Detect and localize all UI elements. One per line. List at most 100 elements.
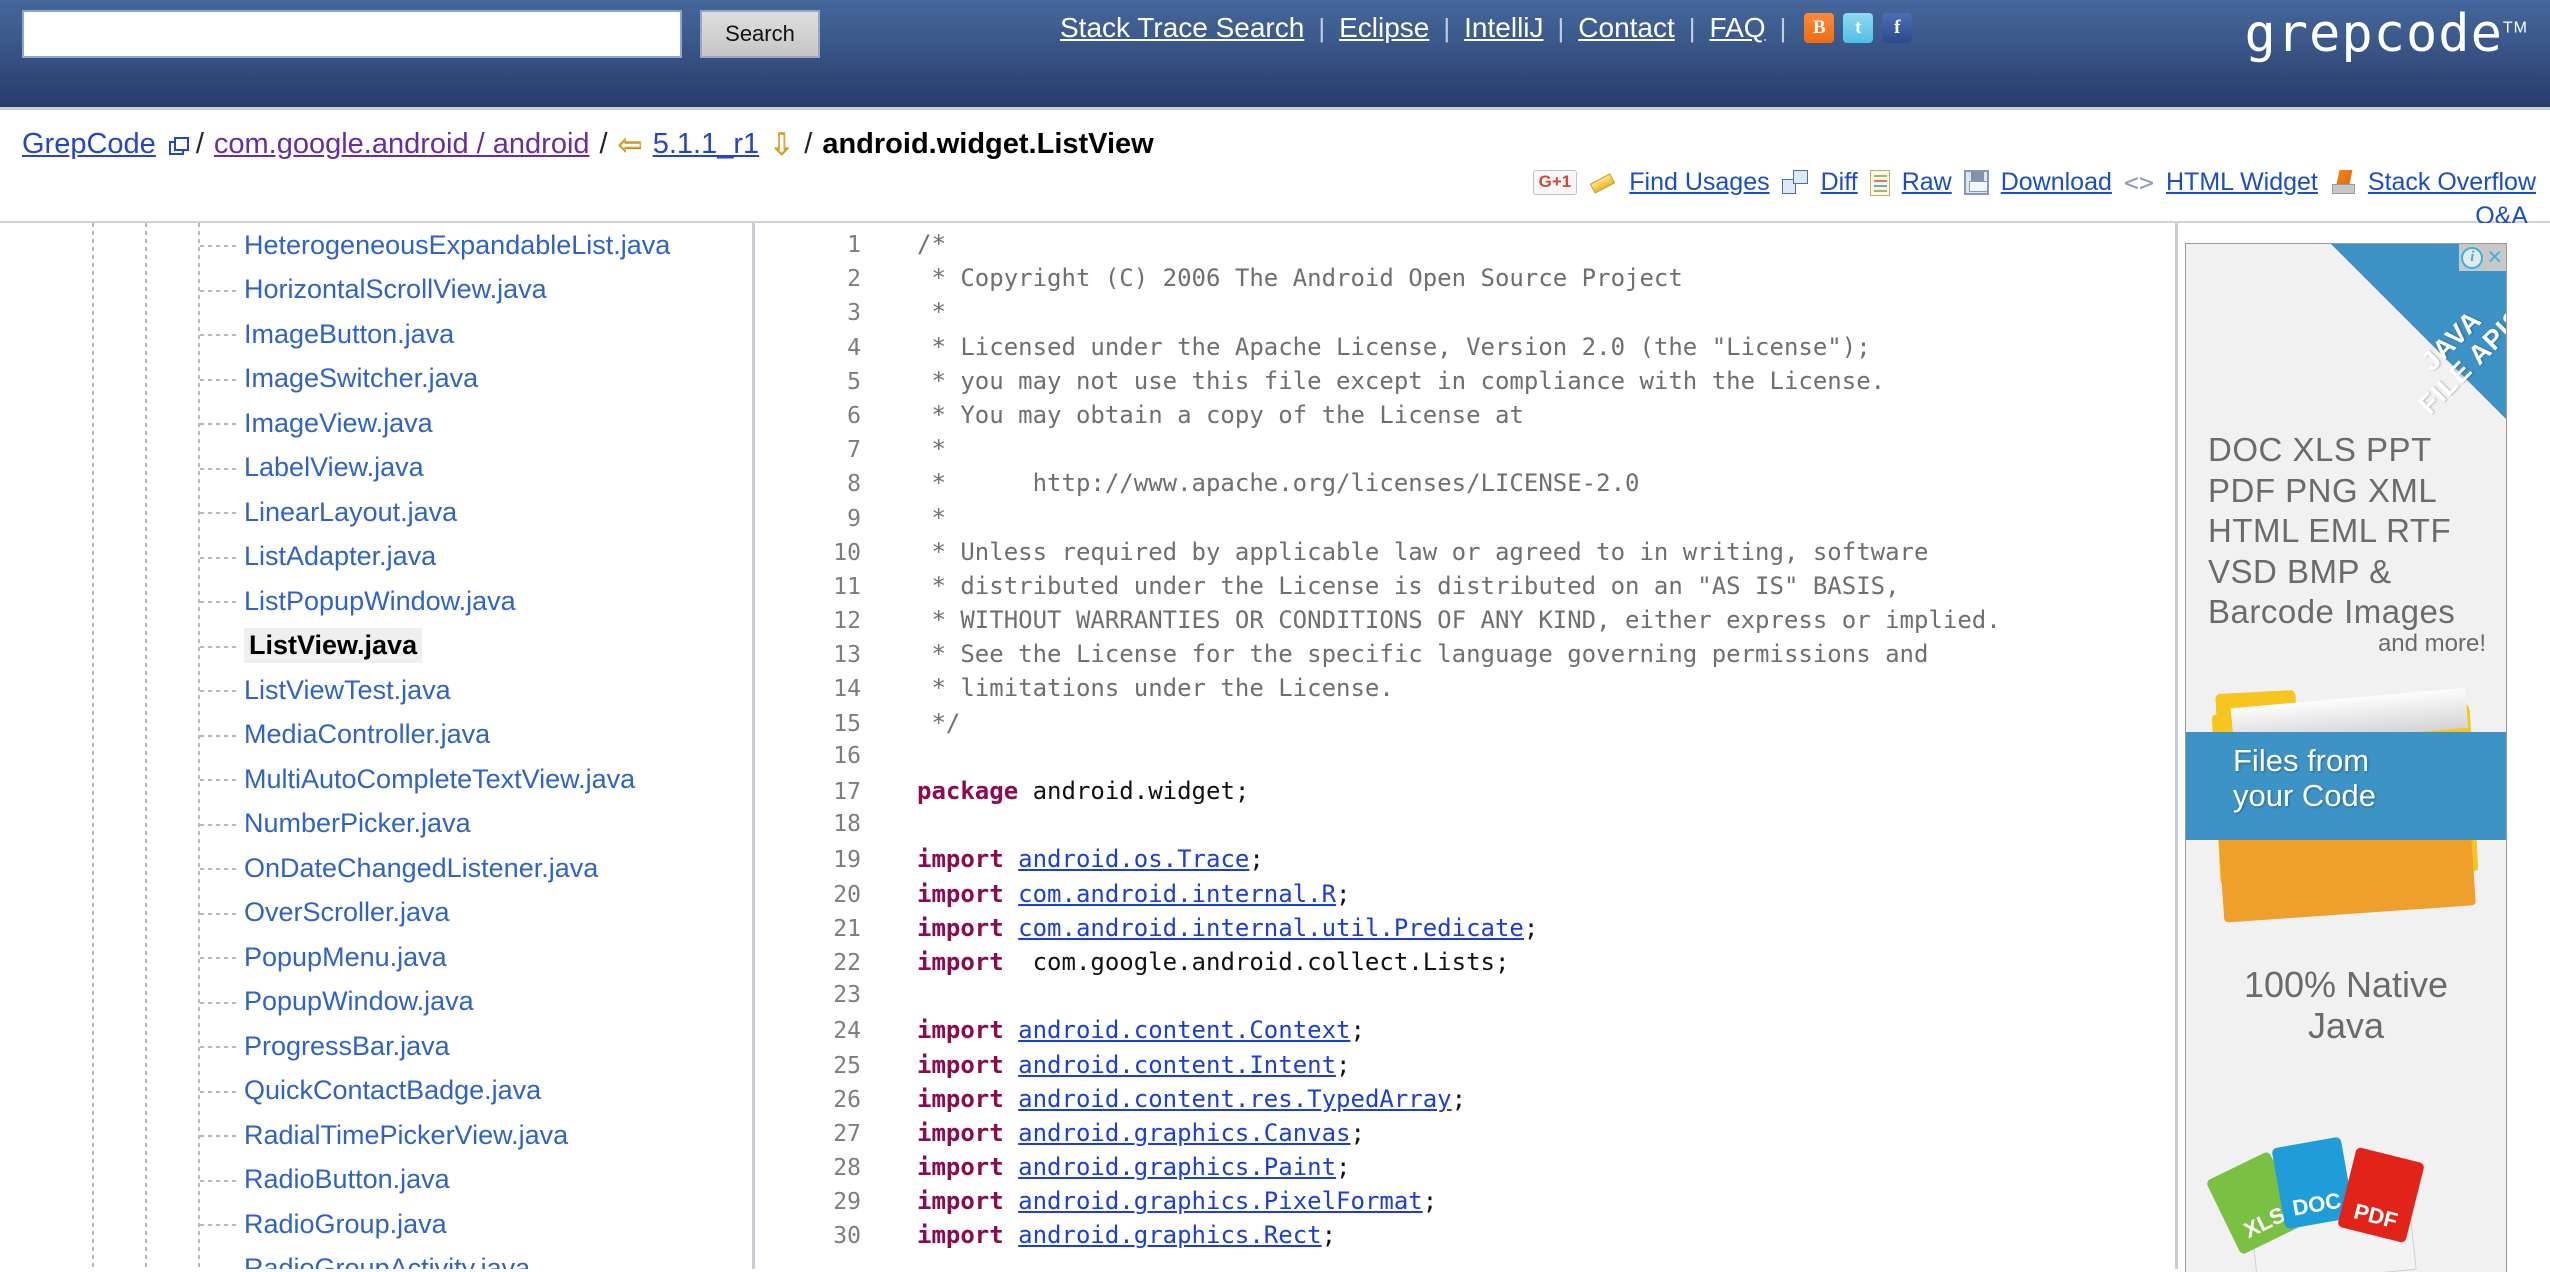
line-content: import android.content.Intent; <box>871 1051 1351 1079</box>
list-item[interactable]: ImageView.java <box>0 401 752 446</box>
ad-info-icon[interactable]: i <box>2461 246 2484 269</box>
search-input[interactable] <box>22 10 682 58</box>
blogger-icon[interactable]: B <box>1804 13 1835 43</box>
source-code-viewer[interactable]: 1 /* 2 * Copyright (C) 2006 The Android Op… <box>755 223 2175 1269</box>
nav-intellij[interactable]: IntelliJ <box>1464 12 1543 44</box>
code-link[interactable]: android.content.res.TypedArray <box>1018 1085 1451 1113</box>
tree-branch-icon <box>200 601 240 604</box>
code-link[interactable]: android.os.Trace <box>1018 845 1249 873</box>
breadcrumb-project[interactable]: com.google.android / android <box>214 128 590 161</box>
file-link[interactable]: OnDateChangedListener.java <box>244 853 598 884</box>
grepcode-logo[interactable]: grepcodeTM <box>2244 8 2528 60</box>
file-link[interactable]: RadioGroupActivity.java <box>244 1253 530 1269</box>
list-item[interactable]: HeterogeneousExpandableList.java <box>0 223 752 268</box>
file-link[interactable]: HorizontalScrollView.java <box>244 274 547 305</box>
code-link[interactable]: android.graphics.Rect <box>1018 1221 1321 1249</box>
file-link[interactable]: PopupWindow.java <box>244 986 474 1017</box>
raw-link[interactable]: Raw <box>1902 168 1952 197</box>
nav-contact[interactable]: Contact <box>1578 12 1675 44</box>
diff-link[interactable]: Diff <box>1821 168 1858 197</box>
list-item[interactable]: ListView.java <box>0 624 752 669</box>
list-item[interactable]: PopupMenu.java <box>0 935 752 980</box>
code-link[interactable]: android.graphics.Paint <box>1018 1153 1336 1181</box>
list-item[interactable]: NumberPicker.java <box>0 802 752 847</box>
file-link[interactable]: MediaController.java <box>244 719 490 750</box>
list-item[interactable]: RadialTimePickerView.java <box>0 1113 752 1158</box>
breadcrumb: GrepCode / com.google.android / android … <box>22 128 1154 161</box>
file-link[interactable]: MultiAutoCompleteTextView.java <box>244 764 635 795</box>
file-link[interactable]: NumberPicker.java <box>244 808 471 839</box>
download-link[interactable]: Download <box>2001 168 2112 197</box>
list-item[interactable]: OverScroller.java <box>0 891 752 936</box>
file-link[interactable]: ListViewTest.java <box>244 675 451 706</box>
list-item[interactable]: RadioButton.java <box>0 1158 752 1203</box>
file-link[interactable]: LinearLayout.java <box>244 497 457 528</box>
file-link[interactable]: ListAdapter.java <box>244 541 436 572</box>
list-item[interactable]: LinearLayout.java <box>0 490 752 535</box>
breadcrumb-root[interactable]: GrepCode <box>22 128 156 161</box>
list-item[interactable]: ImageSwitcher.java <box>0 357 752 402</box>
code-link[interactable]: android.content.Intent <box>1018 1051 1336 1079</box>
facebook-icon[interactable]: f <box>1882 13 1913 43</box>
code-link[interactable]: com.android.internal.util.Predicate <box>1018 914 1524 942</box>
file-link[interactable]: ProgressBar.java <box>244 1031 450 1062</box>
file-link[interactable]: ImageView.java <box>244 408 433 439</box>
nav-stack-trace-search[interactable]: Stack Trace Search <box>1060 12 1304 44</box>
list-item[interactable]: ListAdapter.java <box>0 535 752 580</box>
code-link[interactable]: android.graphics.Canvas <box>1018 1119 1350 1147</box>
nav-faq[interactable]: FAQ <box>1710 12 1766 44</box>
file-link[interactable]: PopupMenu.java <box>244 942 447 973</box>
file-tree-sidebar[interactable]: HeterogeneousExpandableList.java Horizont… <box>0 223 752 1269</box>
external-link-icon <box>168 137 189 155</box>
line-number: 17 <box>833 779 861 805</box>
list-item[interactable]: PopupWindow.java <box>0 980 752 1025</box>
list-item[interactable]: QuickContactBadge.java <box>0 1069 752 1114</box>
file-link[interactable]: RadioButton.java <box>244 1164 450 1195</box>
code-link[interactable]: com.android.internal.R <box>1018 880 1336 908</box>
list-item[interactable]: ImageButton.java <box>0 312 752 357</box>
code-token: * you may not use this file except in co… <box>917 366 1886 395</box>
list-item[interactable]: RadioGroup.java <box>0 1202 752 1247</box>
line-number: 24 <box>833 1018 861 1045</box>
file-link[interactable]: ImageSwitcher.java <box>244 363 478 394</box>
line-number: 4 <box>847 334 861 361</box>
nav-separator: | <box>1557 12 1565 43</box>
html-widget-link[interactable]: HTML Widget <box>2166 168 2318 197</box>
code-link[interactable]: android.content.Context <box>1018 1016 1350 1044</box>
stack-overflow-link[interactable]: Stack Overflow <box>2368 168 2536 197</box>
file-link[interactable]: HeterogeneousExpandableList.java <box>244 230 670 261</box>
ad-close-icon[interactable]: × <box>2485 245 2504 270</box>
list-item[interactable]: ListViewTest.java <box>0 668 752 713</box>
file-link[interactable]: OverScroller.java <box>244 897 450 928</box>
list-item[interactable]: MultiAutoCompleteTextView.java <box>0 757 752 802</box>
advertisement[interactable]: JAVA FILE APIS i × DOC XLS PPT PDF PNG X… <box>2185 243 2507 1272</box>
list-item[interactable]: RadioGroupActivity.java <box>0 1247 752 1269</box>
line-number: 13 <box>833 642 861 669</box>
line-content: import android.content.res.TypedArray; <box>871 1085 1466 1113</box>
file-link[interactable]: ImageButton.java <box>244 319 454 350</box>
search-button[interactable]: Search <box>700 10 820 58</box>
file-link[interactable]: RadioGroup.java <box>244 1209 447 1240</box>
list-item[interactable]: MediaController.java <box>0 713 752 758</box>
list-item[interactable]: ProgressBar.java <box>0 1024 752 1069</box>
nav-eclipse[interactable]: Eclipse <box>1339 12 1429 44</box>
list-item[interactable]: OnDateChangedListener.java <box>0 846 752 891</box>
version-dropdown-arrow-icon[interactable]: ⇩ <box>769 129 794 160</box>
search-area: Search <box>22 10 820 58</box>
code-link[interactable]: android.graphics.PixelFormat <box>1018 1187 1423 1215</box>
file-link[interactable]: QuickContactBadge.java <box>244 1075 541 1106</box>
breadcrumb-version[interactable]: 5.1.1_r1 <box>653 128 759 161</box>
google-plus-one-button[interactable]: G+1 <box>1532 170 1578 195</box>
file-link[interactable]: RadialTimePickerView.java <box>244 1120 568 1151</box>
file-link[interactable]: ListPopupWindow.java <box>244 586 516 617</box>
list-item[interactable]: LabelView.java <box>0 446 752 491</box>
twitter-icon[interactable]: t <box>1843 13 1874 43</box>
list-item[interactable]: HorizontalScrollView.java <box>0 268 752 313</box>
list-item[interactable]: ListPopupWindow.java <box>0 579 752 624</box>
file-link[interactable]: LabelView.java <box>244 452 424 483</box>
file-link[interactable]: ListView.java <box>244 628 423 664</box>
find-usages-link[interactable]: Find Usages <box>1629 168 1769 197</box>
previous-version-arrow-icon[interactable]: ⇦ <box>618 129 643 160</box>
